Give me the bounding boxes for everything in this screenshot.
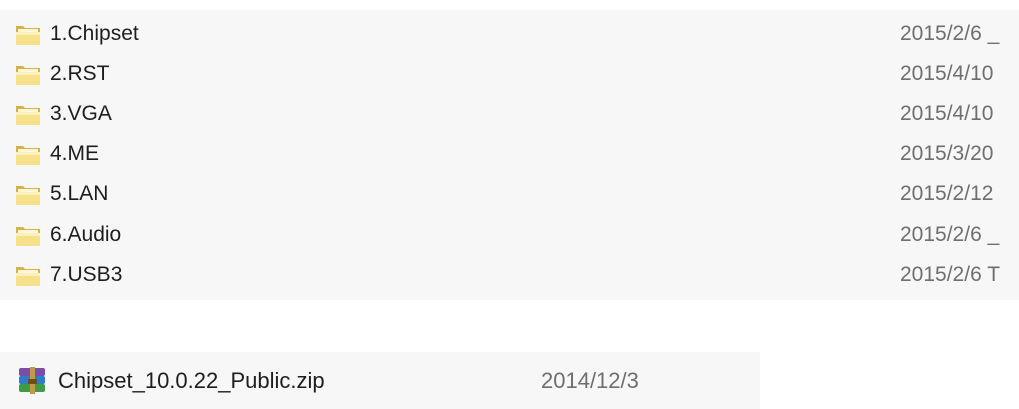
- folder-icon: [16, 227, 40, 246]
- folder-row[interactable]: 1.Chipset 2015/2/6 _: [0, 14, 1019, 54]
- folder-icon: [16, 26, 40, 45]
- folder-name: 2.RST: [50, 62, 110, 85]
- folder-name: 4.ME: [50, 142, 100, 165]
- folder-name: 1.Chipset: [50, 22, 139, 45]
- folder-date: 2015/4/10: [900, 102, 994, 125]
- folder-name: 6.Audio: [50, 223, 122, 246]
- folder-row[interactable]: 2.RST 2015/4/10: [0, 54, 1019, 94]
- folder-date: 2015/2/6 _: [900, 22, 1000, 45]
- zip-file-row[interactable]: Chipset_10.0.22_Public.zip 2014/12/3: [0, 358, 760, 402]
- folder-date: 2015/2/6 _: [900, 223, 1000, 246]
- folder-icon: [16, 186, 40, 205]
- folder-date: 2015/2/12: [900, 182, 994, 205]
- folder-date: 2015/3/20: [900, 142, 994, 165]
- winrar-archive-icon: [19, 367, 45, 394]
- folder-icon: [16, 66, 40, 85]
- folder-date: 2015/4/10: [900, 62, 994, 85]
- folder-name: 7.USB3: [50, 263, 123, 286]
- folder-date: 2015/2/6 T: [900, 263, 1001, 286]
- folder-icon: [16, 146, 40, 165]
- folder-row[interactable]: 7.USB3 2015/2/6 T: [0, 255, 1019, 295]
- folder-icon: [16, 267, 40, 286]
- zip-file-date: 2014/12/3: [541, 368, 639, 393]
- folder-name: 3.VGA: [50, 102, 112, 125]
- folder-row[interactable]: 3.VGA 2015/4/10: [0, 94, 1019, 134]
- folder-name: 5.LAN: [50, 182, 109, 205]
- zip-file-name: Chipset_10.0.22_Public.zip: [58, 368, 325, 393]
- folder-row[interactable]: 6.Audio 2015/2/6 _: [0, 215, 1019, 255]
- folder-row[interactable]: 4.ME 2015/3/20: [0, 134, 1019, 174]
- folder-row[interactable]: 5.LAN 2015/2/12: [0, 174, 1019, 214]
- folder-icon: [16, 106, 40, 125]
